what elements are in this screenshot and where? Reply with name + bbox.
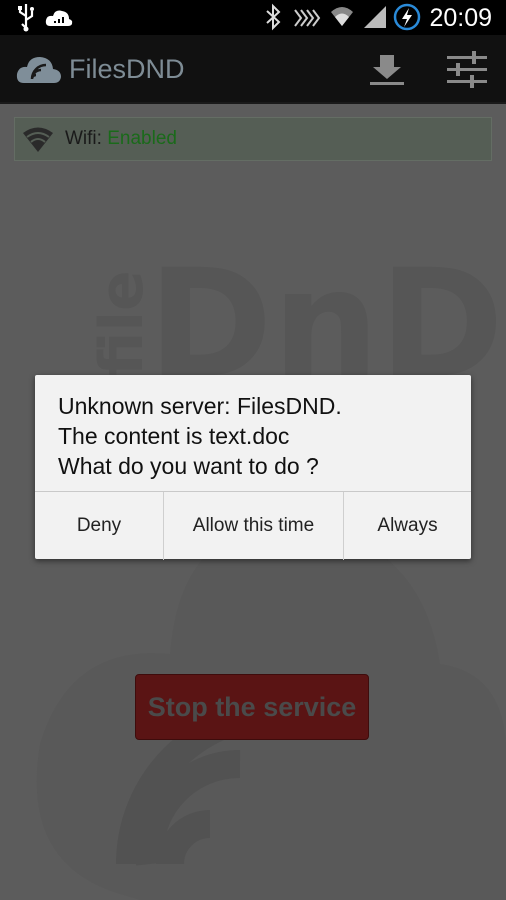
app-title: FilesDND [69, 54, 185, 84]
stop-service-button[interactable]: Stop the service [135, 674, 369, 740]
dialog-message-line: The content is text.doc [58, 423, 290, 449]
dialog-message: Unknown server: FilesDND. The content is… [58, 391, 458, 481]
wifi-icon [23, 127, 53, 152]
screen: 20:09 FilesDND DnD file Wifi: Enabled St… [0, 0, 506, 900]
wifi-status-text: Wifi: Enabled [65, 127, 177, 151]
permission-dialog: Unknown server: FilesDND. The content is… [35, 375, 471, 560]
wifi-icon [331, 7, 353, 26]
dialog-button-row: Deny Allow this time Always [35, 491, 471, 560]
wifi-status-bar: Wifi: Enabled [14, 117, 492, 161]
svg-text:file: file [87, 270, 157, 376]
allow-this-time-button[interactable]: Allow this time [164, 492, 344, 560]
always-button[interactable]: Always [344, 492, 471, 560]
dialog-message-line: Unknown server: FilesDND. [58, 393, 342, 419]
download-icon[interactable] [364, 49, 410, 89]
wifi-status-value: Enabled [107, 128, 177, 149]
battery-charging-icon [393, 3, 421, 31]
settings-sliders-icon[interactable] [442, 49, 492, 89]
deny-button[interactable]: Deny [35, 492, 164, 560]
signal-icon [364, 6, 386, 28]
dialog-message-line: What do you want to do ? [58, 453, 319, 479]
clock: 20:09 [429, 4, 492, 32]
usb-icon [18, 4, 34, 32]
nfc-icon [294, 9, 321, 27]
app-logo-icon[interactable] [16, 51, 62, 85]
cloud-icon [45, 10, 73, 26]
action-bar: FilesDND [0, 35, 506, 104]
wifi-label: Wifi: [65, 128, 108, 149]
status-bar: 20:09 [0, 0, 506, 35]
bluetooth-icon [266, 3, 281, 31]
